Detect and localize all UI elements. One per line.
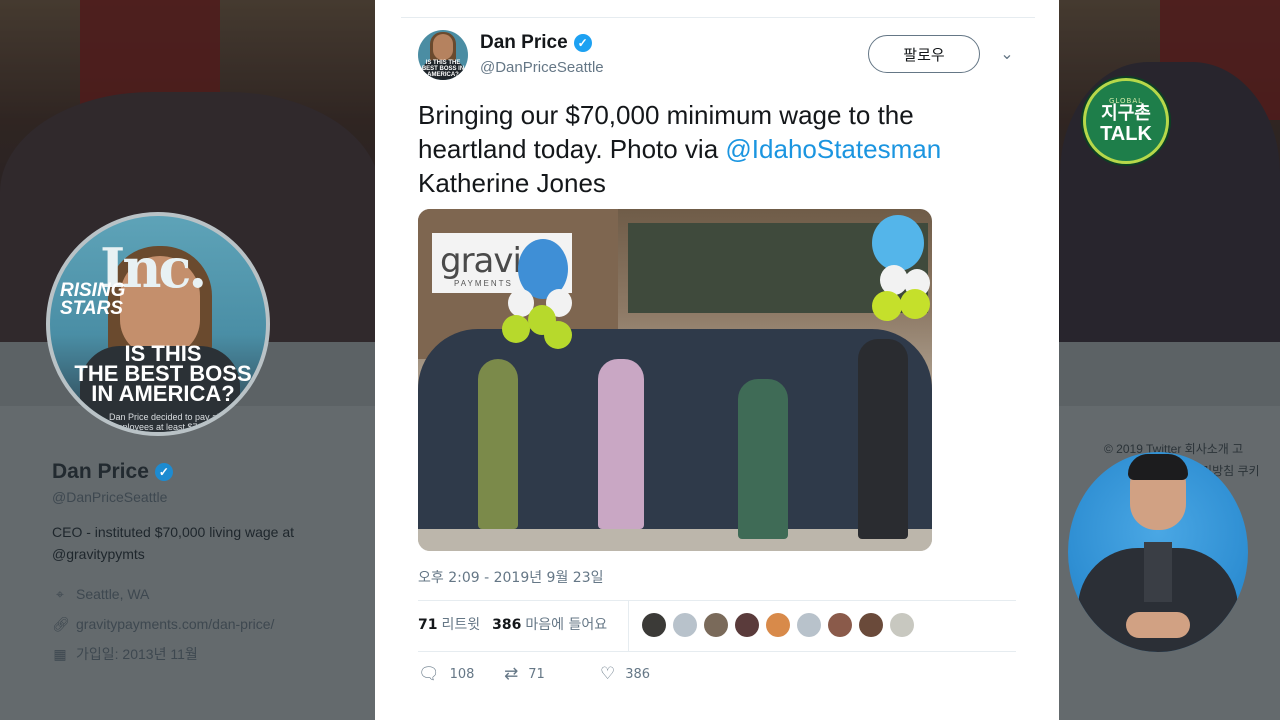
like-count: 386 — [492, 617, 522, 633]
tweet-author-handle[interactable]: @DanPriceSeattle — [480, 59, 604, 76]
profile-joined: ▦ 가입일: 2013년 11월 — [52, 639, 352, 669]
tweet-actions: 🗨︎ 108 ⇄ 71 ♡ 386 — [418, 664, 686, 684]
profile-website[interactable]: 🔗︎ gravitypayments.com/dan-price/ — [52, 609, 352, 639]
liker-avatar[interactable] — [797, 613, 821, 637]
sign-language-interpreter — [1068, 452, 1248, 652]
liker-avatar[interactable] — [673, 613, 697, 637]
tweet-text: Bringing our $70,000 minimum wage to the… — [418, 98, 1028, 200]
tweet-stats: 71 리트윗 386 마음에 들어요 — [418, 614, 607, 634]
liker-avatar[interactable] — [642, 613, 666, 637]
like-stat-label: 마음에 들어요 — [525, 617, 608, 633]
retweet-icon: ⇄ — [504, 664, 519, 684]
profile-handle: @DanPriceSeattle — [52, 489, 168, 505]
retweet-button[interactable]: ⇄ 71 — [504, 664, 600, 684]
photo-sign-text: gravi — [440, 241, 522, 281]
photo-person — [478, 359, 518, 529]
liker-avatar[interactable] — [704, 613, 728, 637]
avatar-face — [433, 34, 453, 60]
profile-bio: CEO - instituted $70,000 living wage at … — [52, 521, 352, 565]
broadcast-logo-talk: TALK — [1100, 123, 1152, 145]
divider — [628, 601, 629, 651]
tweet-timestamp[interactable]: 오후 2:09 - 2019년 9월 23일 — [418, 567, 604, 587]
photo-balloon — [544, 321, 572, 349]
profile-info: Dan Price ✓ @DanPriceSeattle CEO - insti… — [52, 460, 352, 669]
location-text: Seattle, WA — [76, 586, 150, 602]
bio-mention-link[interactable]: @gravitypymts — [52, 543, 352, 565]
calendar-icon: ▦ — [53, 646, 67, 662]
joined-text: 가입일: 2013년 11월 — [76, 646, 198, 662]
interpreter-hands — [1126, 612, 1190, 638]
heart-icon: ♡ — [600, 664, 616, 684]
chevron-down-icon[interactable]: ⌄ — [998, 46, 1016, 64]
magazine-rising-text: RISING STARS — [60, 280, 126, 319]
verified-badge-icon: ✓ — [573, 34, 592, 52]
divider — [418, 651, 1016, 652]
photo-balloon — [872, 291, 902, 321]
profile-name-text[interactable]: Dan Price — [52, 460, 149, 484]
author-name-text[interactable]: Dan Price — [480, 32, 568, 54]
photo-person — [738, 379, 788, 539]
like-stat[interactable]: 386 마음에 들어요 — [492, 614, 607, 634]
retweet-count: 71 — [418, 617, 438, 633]
magazine-headline: IS THIS THE BEST BOSS IN AMERICA? — [68, 343, 258, 406]
location-pin-icon: ⌖ — [56, 586, 64, 602]
like-button[interactable]: ♡ 386 — [600, 664, 686, 684]
interpreter-hair — [1128, 454, 1188, 480]
headline-line: IN AMERICA? — [91, 381, 235, 406]
retweet-action-count: 71 — [528, 666, 545, 682]
avatar-cover-text: IS THIS THE BEST BOSS IN AMERICA? — [421, 60, 465, 78]
tweet-mention-link[interactable]: @IdahoStatesman — [725, 134, 941, 164]
verified-badge-icon: ✓ — [154, 463, 173, 481]
modal-top-divider — [401, 17, 1035, 18]
retweet-stat[interactable]: 71 리트윗 — [418, 614, 480, 634]
liker-avatar[interactable] — [828, 613, 852, 637]
liker-avatar[interactable] — [890, 613, 914, 637]
tweet-photo[interactable]: gravi PAYMENTS — [418, 209, 932, 551]
photo-balloon — [872, 215, 924, 271]
interpreter-shirt — [1144, 542, 1172, 602]
reply-count: 108 — [449, 666, 475, 682]
reply-button[interactable]: 🗨︎ 108 — [418, 664, 504, 684]
broadcast-logo-korean: 지구촌 — [1101, 103, 1151, 124]
photo-balloon — [502, 315, 530, 343]
liker-avatar[interactable] — [859, 613, 883, 637]
photo-person — [858, 339, 908, 539]
photo-sign-sub: PAYMENTS — [454, 279, 513, 288]
profile-name[interactable]: Dan Price ✓ — [52, 460, 352, 484]
like-action-count: 386 — [625, 666, 651, 682]
retweet-stat-label: 리트윗 — [441, 617, 481, 633]
photo-person — [598, 359, 644, 529]
tweet-text-after: Katherine Jones — [418, 168, 606, 198]
broadcast-logo: GLOBAL 지구촌 TALK — [1083, 78, 1169, 164]
profile-avatar[interactable]: Inc. RISING STARS IS THIS THE BEST BOSS … — [46, 212, 270, 436]
website-link[interactable]: gravitypayments.com/dan-price/ — [76, 616, 274, 632]
follow-button[interactable]: 팔로우 — [868, 35, 980, 73]
reply-icon: 🗨︎ — [418, 664, 440, 684]
photo-balloon — [900, 289, 930, 319]
profile-location: ⌖ Seattle, WA — [52, 579, 352, 609]
liker-avatars — [642, 613, 914, 637]
bio-line: CEO - instituted $70,000 living wage at — [52, 524, 295, 540]
link-icon: 🔗︎ — [52, 616, 70, 632]
liker-avatar[interactable] — [766, 613, 790, 637]
magazine-small-text: Dan Price decided to pay all employees a… — [108, 412, 222, 432]
divider — [418, 600, 1016, 601]
liker-avatar[interactable] — [735, 613, 759, 637]
tweet-author-name[interactable]: Dan Price ✓ — [480, 32, 592, 54]
tweet-author-avatar[interactable]: IS THIS THE BEST BOSS IN AMERICA? — [418, 30, 468, 80]
